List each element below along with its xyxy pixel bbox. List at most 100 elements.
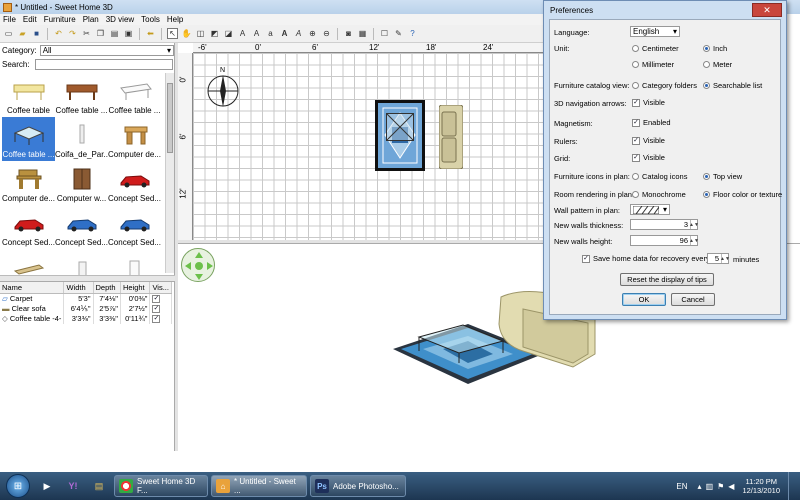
icons-catalog-radio[interactable]: Catalog icons (632, 172, 687, 181)
catalog-view-folders-radio[interactable]: Category folders (632, 81, 697, 90)
language-indicator[interactable]: EN (676, 482, 687, 491)
catalog-item-selected[interactable]: Coffee table ... (2, 117, 55, 161)
coffee-table-topview[interactable] (386, 113, 414, 141)
create-rooms-icon[interactable]: ◩ (209, 28, 220, 39)
unit-millimeter-radio[interactable]: Millimeter (632, 60, 674, 69)
visible-checkbox[interactable]: ✓ (152, 314, 169, 323)
catalog-item[interactable]: Concept Sed... (108, 205, 161, 249)
column-header-name[interactable]: Name (0, 282, 65, 294)
catalog-item[interactable]: Concept Sed... (55, 205, 108, 249)
task-sweet-home-folder[interactable]: Sweet Home 3D F... (114, 475, 208, 497)
column-header-width[interactable]: Width (63, 282, 94, 294)
spinner-arrows-icon[interactable]: ▲▼ (720, 254, 730, 263)
unit-meter-radio[interactable]: Meter (703, 60, 732, 69)
room-floor-color-radio[interactable]: Floor color or texture (703, 190, 782, 199)
menu-edit[interactable]: Edit (23, 15, 37, 24)
menu-plan[interactable]: Plan (83, 15, 99, 24)
text-smaller-icon[interactable]: a (265, 28, 276, 39)
create-video-icon[interactable]: ▦ (357, 28, 368, 39)
column-header-visible[interactable]: Vis... (149, 282, 172, 294)
catalog-item[interactable]: Computer w... (55, 161, 108, 205)
pan-mode-icon[interactable]: ✋ (181, 28, 192, 39)
task-untitled-sweet-home[interactable]: ⌂ * Untitled - Sweet ... (211, 475, 307, 497)
table-row[interactable]: ▱ Carpet 5'3" 7'4⅛" 0'0⅜" ✓ (0, 293, 172, 304)
unit-centimeter-radio[interactable]: Centimeter (632, 44, 679, 53)
zoom-in-icon[interactable]: ⊕ (307, 28, 318, 39)
room-monochrome-radio[interactable]: Monochrome (632, 190, 686, 199)
catalog-item[interactable]: Coffee table ... (108, 73, 161, 117)
icons-topview-radio[interactable]: Top view (703, 172, 742, 181)
select-mode-icon[interactable]: ↖ (167, 28, 178, 39)
spinner-arrows-icon[interactable]: ▲▼ (689, 236, 699, 245)
help-icon[interactable]: ? (407, 28, 418, 39)
network-icon[interactable]: ▥ (706, 482, 714, 491)
wall-thickness-spinner[interactable]: 3 ▲▼ (630, 219, 699, 230)
wall-height-spinner[interactable]: 96 ▲▼ (630, 235, 699, 246)
catalog-scrollbar[interactable] (165, 73, 174, 273)
show-desktop-button[interactable] (788, 472, 800, 500)
catalog-item[interactable]: Concept Sed... (2, 205, 55, 249)
sofa-topview[interactable] (438, 104, 464, 170)
save-icon[interactable]: ■ (31, 28, 42, 39)
3d-navigation-arrows[interactable] (181, 248, 215, 282)
delete-icon[interactable]: ▣ (123, 28, 134, 39)
catalog-item[interactable]: Coifa_de_Par... (55, 117, 108, 161)
close-icon[interactable]: ✕ (752, 3, 782, 17)
visible-checkbox[interactable]: ✓ (152, 294, 169, 303)
menu-file[interactable]: File (3, 15, 16, 24)
category-select[interactable]: All ▾ (39, 44, 174, 56)
menu-furniture[interactable]: Furniture (44, 15, 76, 24)
magnetism-checkbox[interactable]: ✓ Enabled (632, 118, 671, 127)
task-photoshop[interactable]: Ps Adobe Photosho... (310, 475, 406, 497)
media-player-icon[interactable]: ▶ (36, 475, 58, 497)
search-input[interactable] (34, 58, 173, 70)
paste-icon[interactable]: ▤ (109, 28, 120, 39)
bold-icon[interactable]: A (279, 28, 290, 39)
add-furniture-icon[interactable]: ⬅ (145, 28, 156, 39)
explorer-folder-icon[interactable]: ▤ (88, 475, 110, 497)
compass[interactable]: N (205, 67, 241, 111)
copy-icon[interactable]: ❐ (95, 28, 106, 39)
recovery-checkbox[interactable]: ✓ Save home data for recovery every: (582, 254, 712, 263)
visible-checkbox[interactable]: ✓ (152, 304, 169, 313)
flag-icon[interactable]: ⚑ (717, 482, 724, 491)
show-hidden-icons-icon[interactable]: ▴ (698, 482, 702, 491)
undo-icon[interactable]: ↶ (53, 28, 64, 39)
plan-grid[interactable]: N (193, 53, 545, 240)
catalog-item[interactable]: Coffee table (2, 73, 55, 117)
start-button[interactable]: ⊞ (0, 472, 36, 500)
reset-tips-button[interactable]: Reset the display of tips (620, 273, 714, 286)
nav-arrows-checkbox[interactable]: ✓ Visible (632, 98, 665, 107)
menu-3d-view[interactable]: 3D view (106, 15, 134, 24)
rulers-checkbox[interactable]: ✓ Visible (632, 136, 665, 145)
table-row[interactable]: ◇ Coffee table -4- 3'3⅜" 3'3⅜" 0'11¾" ✓ (0, 313, 172, 324)
wall-pattern-select[interactable]: ▾ (630, 204, 670, 215)
column-header-height[interactable]: Height (120, 282, 151, 294)
text-bigger-icon[interactable]: A (251, 28, 262, 39)
cut-icon[interactable]: ✂ (81, 28, 92, 39)
cancel-button[interactable]: Cancel (671, 293, 715, 306)
ok-button[interactable]: OK (622, 293, 666, 306)
catalog-view-searchable-radio[interactable]: Searchable list (703, 81, 762, 90)
language-select[interactable]: English ▾ (630, 26, 680, 37)
create-dimensions-icon[interactable]: ◪ (223, 28, 234, 39)
preferences-icon[interactable]: ☐ (379, 28, 390, 39)
table-row[interactable]: ▬ Clear sofa 6'4⅕" 2'5⅞" 2'7½" ✓ (0, 303, 172, 314)
catalog-item[interactable]: Computer de... (108, 117, 161, 161)
yahoo-icon[interactable]: Y! (62, 475, 84, 497)
catalog-item[interactable]: Coffee table ... (55, 73, 108, 117)
scrollbar-thumb[interactable] (167, 83, 173, 153)
create-labels-icon[interactable]: A (237, 28, 248, 39)
spinner-arrows-icon[interactable]: ▲▼ (689, 220, 699, 229)
recovery-minutes-spinner[interactable]: 5 ▲▼ (707, 253, 730, 264)
volume-icon[interactable]: ◀ (728, 482, 734, 491)
grid-checkbox[interactable]: ✓ Visible (632, 153, 665, 162)
redo-icon[interactable]: ↷ (67, 28, 78, 39)
clock[interactable]: 11:20 PM 12/13/2010 (742, 477, 780, 495)
import-wizard-icon[interactable]: ✎ (393, 28, 404, 39)
column-header-depth[interactable]: Depth (93, 282, 121, 294)
catalog-item[interactable]: Concept Sed... (108, 161, 161, 205)
create-photo-icon[interactable]: ◙ (343, 28, 354, 39)
create-walls-icon[interactable]: ◫ (195, 28, 206, 39)
new-icon[interactable]: ▭ (3, 28, 14, 39)
